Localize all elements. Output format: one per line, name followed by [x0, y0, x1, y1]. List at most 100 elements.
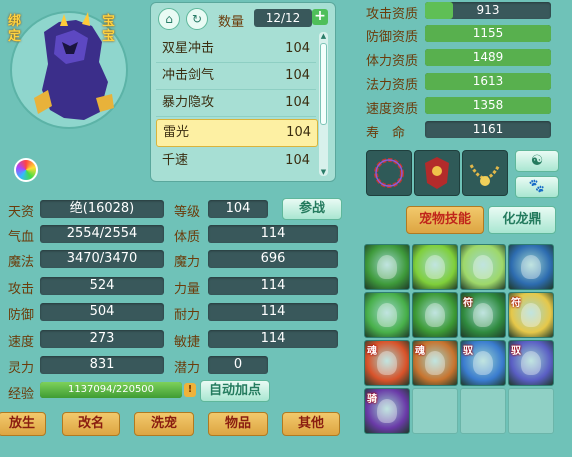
- liliang-label: 力量: [174, 282, 201, 297]
- equip-slot-armor[interactable]: [414, 150, 460, 196]
- muscle-skill-icon[interactable]: 魂: [412, 340, 458, 386]
- refresh-icon[interactable]: ↻: [186, 8, 208, 30]
- qianli-value: 0: [208, 356, 268, 374]
- skill-tag: 符: [511, 298, 521, 309]
- green-figure-skill-icon[interactable]: [364, 244, 410, 290]
- add-icon[interactable]: +: [312, 9, 328, 25]
- list-scrollbar[interactable]: ▲ ▼: [319, 32, 328, 176]
- other-button[interactable]: 其他: [282, 412, 340, 436]
- tab-pet-skills[interactable]: 宠物技能: [406, 206, 484, 234]
- dark-vortex-skill-icon[interactable]: [508, 244, 554, 290]
- hand-glow-skill-icon[interactable]: [364, 292, 410, 338]
- bell-skill-icon[interactable]: [412, 292, 458, 338]
- yin-yang-icon[interactable]: ☯: [515, 150, 559, 172]
- flame-skill-icon[interactable]: 魂: [364, 340, 410, 386]
- pet-portrait: 绑定 宝宝: [4, 2, 150, 182]
- tianzi-label: 天资: [8, 205, 35, 220]
- hp-value: 2554/2554: [40, 225, 164, 243]
- moli-value: 696: [208, 250, 338, 268]
- skill-glyph: [377, 351, 397, 375]
- aptitude-label: 法力资质: [366, 78, 419, 93]
- qianli-label: 潜力: [174, 361, 201, 376]
- skill-tag: 魂: [415, 346, 425, 357]
- color-wheel-icon[interactable]: [14, 158, 38, 182]
- auto-points-button[interactable]: 自动加点: [200, 380, 270, 402]
- scroll-down-icon[interactable]: ▼: [319, 168, 328, 176]
- empty-slot: [412, 388, 458, 434]
- skill-glyph: [377, 255, 397, 279]
- aptitude-label: 寿 命: [366, 126, 406, 141]
- leaf-storm-skill-icon[interactable]: [412, 244, 458, 290]
- skill-glyph: [377, 303, 397, 327]
- exp-coin-icon[interactable]: !: [184, 383, 196, 397]
- skill-glyph: [521, 255, 541, 279]
- home-icon[interactable]: ⌂: [158, 8, 180, 30]
- list-item[interactable]: 冲击剑气 104: [156, 63, 316, 90]
- lingli-label: 灵力: [8, 361, 35, 376]
- release-button[interactable]: 放生: [0, 412, 46, 436]
- skill-glyph: [473, 351, 493, 375]
- battle-button[interactable]: 参战: [282, 198, 342, 220]
- skill-glyph: [425, 255, 445, 279]
- attack-value: 524: [40, 277, 164, 295]
- skill-tag: 骑: [367, 394, 377, 405]
- aptitude-bar: 913: [425, 2, 551, 19]
- skill-tag: 驭: [463, 346, 473, 357]
- defense-value: 504: [40, 303, 164, 321]
- items-button[interactable]: 物品: [208, 412, 268, 436]
- tab-dragon-cauldron[interactable]: 化龙鼎: [488, 206, 556, 234]
- skill-tag: 魂: [367, 346, 377, 357]
- palm-skill-icon[interactable]: [460, 244, 506, 290]
- naili-label: 耐力: [174, 308, 201, 323]
- aptitude-label: 攻击资质: [366, 7, 419, 22]
- exp-value: 1137094/220500: [67, 384, 155, 395]
- minjie-value: 114: [208, 330, 338, 348]
- attack-label: 攻击: [8, 282, 35, 297]
- level-value: 104: [208, 200, 268, 218]
- aptitude-label: 速度资质: [366, 102, 419, 117]
- count-label: 数量: [218, 15, 245, 30]
- skill-grid: 符 符魂 魂 驭 驭骑: [364, 244, 558, 438]
- exp-bar: 1137094/220500: [40, 382, 182, 398]
- rename-button[interactable]: 改名: [62, 412, 120, 436]
- speed-label: 速度: [8, 335, 35, 350]
- liliang-value: 114: [208, 277, 338, 295]
- purple-orb-skill-icon[interactable]: 骑: [364, 388, 410, 434]
- baby-label: 宝宝: [102, 14, 116, 44]
- defense-label: 防御: [8, 308, 35, 323]
- skill-glyph: [425, 303, 445, 327]
- bound-label: 绑定: [8, 14, 22, 44]
- aptitude-bar: 1155: [425, 25, 551, 42]
- cat-spirit-skill-icon[interactable]: 符: [460, 292, 506, 338]
- equip-slot-collar[interactable]: [462, 150, 508, 196]
- skill-glyph: [473, 303, 493, 327]
- scroll-up-icon[interactable]: ▲: [319, 32, 328, 41]
- empty-slot: [460, 388, 506, 434]
- hand-talisman-skill-icon[interactable]: 符: [508, 292, 554, 338]
- blue-butterfly-skill-icon[interactable]: 驭: [460, 340, 506, 386]
- mp-label: 魔法: [8, 255, 35, 270]
- equip-slot-necklace[interactable]: [366, 150, 412, 196]
- list-item[interactable]: 双星冲击 104: [156, 36, 316, 63]
- list-item[interactable]: 暴力隐攻 104: [156, 90, 316, 117]
- empty-slot: [508, 388, 554, 434]
- paw-icon[interactable]: 🐾: [515, 176, 559, 198]
- aptitude-bar: 1161: [425, 121, 551, 138]
- list-item-selected[interactable]: 雷光 104: [156, 119, 318, 147]
- naili-value: 114: [208, 303, 338, 321]
- hp-label: 气血: [8, 230, 35, 245]
- tizhi-value: 114: [208, 225, 338, 243]
- wash-pet-button[interactable]: 洗宠: [134, 412, 194, 436]
- skill-tag: 驭: [511, 346, 521, 357]
- aptitude-bar: 1613: [425, 73, 551, 90]
- skill-glyph: [521, 303, 541, 327]
- skill-glyph: [473, 255, 493, 279]
- skill-glyph: [521, 351, 541, 375]
- scroll-thumb[interactable]: [320, 43, 327, 125]
- wolf-skill-icon[interactable]: 驭: [508, 340, 554, 386]
- tianzi-value: 绝(16028): [40, 200, 164, 218]
- level-label: 等级: [174, 205, 201, 220]
- minjie-label: 敏捷: [174, 335, 201, 350]
- list-item[interactable]: 千速 104: [156, 148, 316, 174]
- aptitude-label: 防御资质: [366, 30, 419, 45]
